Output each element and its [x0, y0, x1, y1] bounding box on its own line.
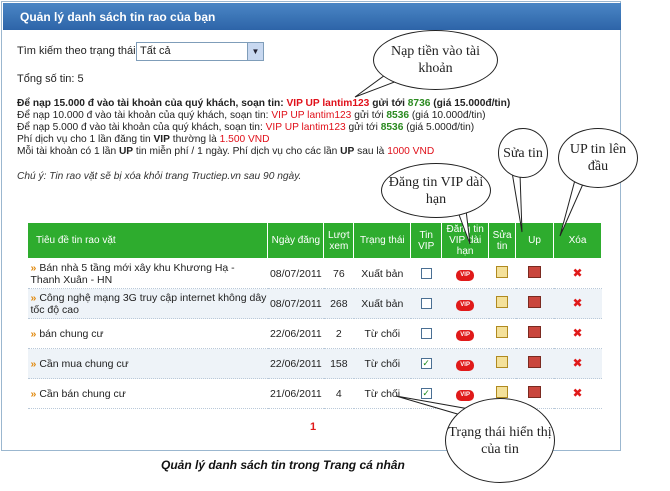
edit-callout-pointer [511, 171, 523, 233]
edit-callout: Sửa tin [498, 128, 548, 178]
callout-pointers [354, 69, 584, 421]
up-callout-pointer [559, 179, 584, 237]
topup-callout: Nạp tiền vào tài khoản [373, 30, 498, 90]
vip-long-callout: Đăng tin VIP dài hạn [381, 163, 491, 218]
up-callout: UP tin lên đầu [558, 128, 638, 188]
status-callout: Trạng thái hiển thị của tin [445, 398, 555, 483]
